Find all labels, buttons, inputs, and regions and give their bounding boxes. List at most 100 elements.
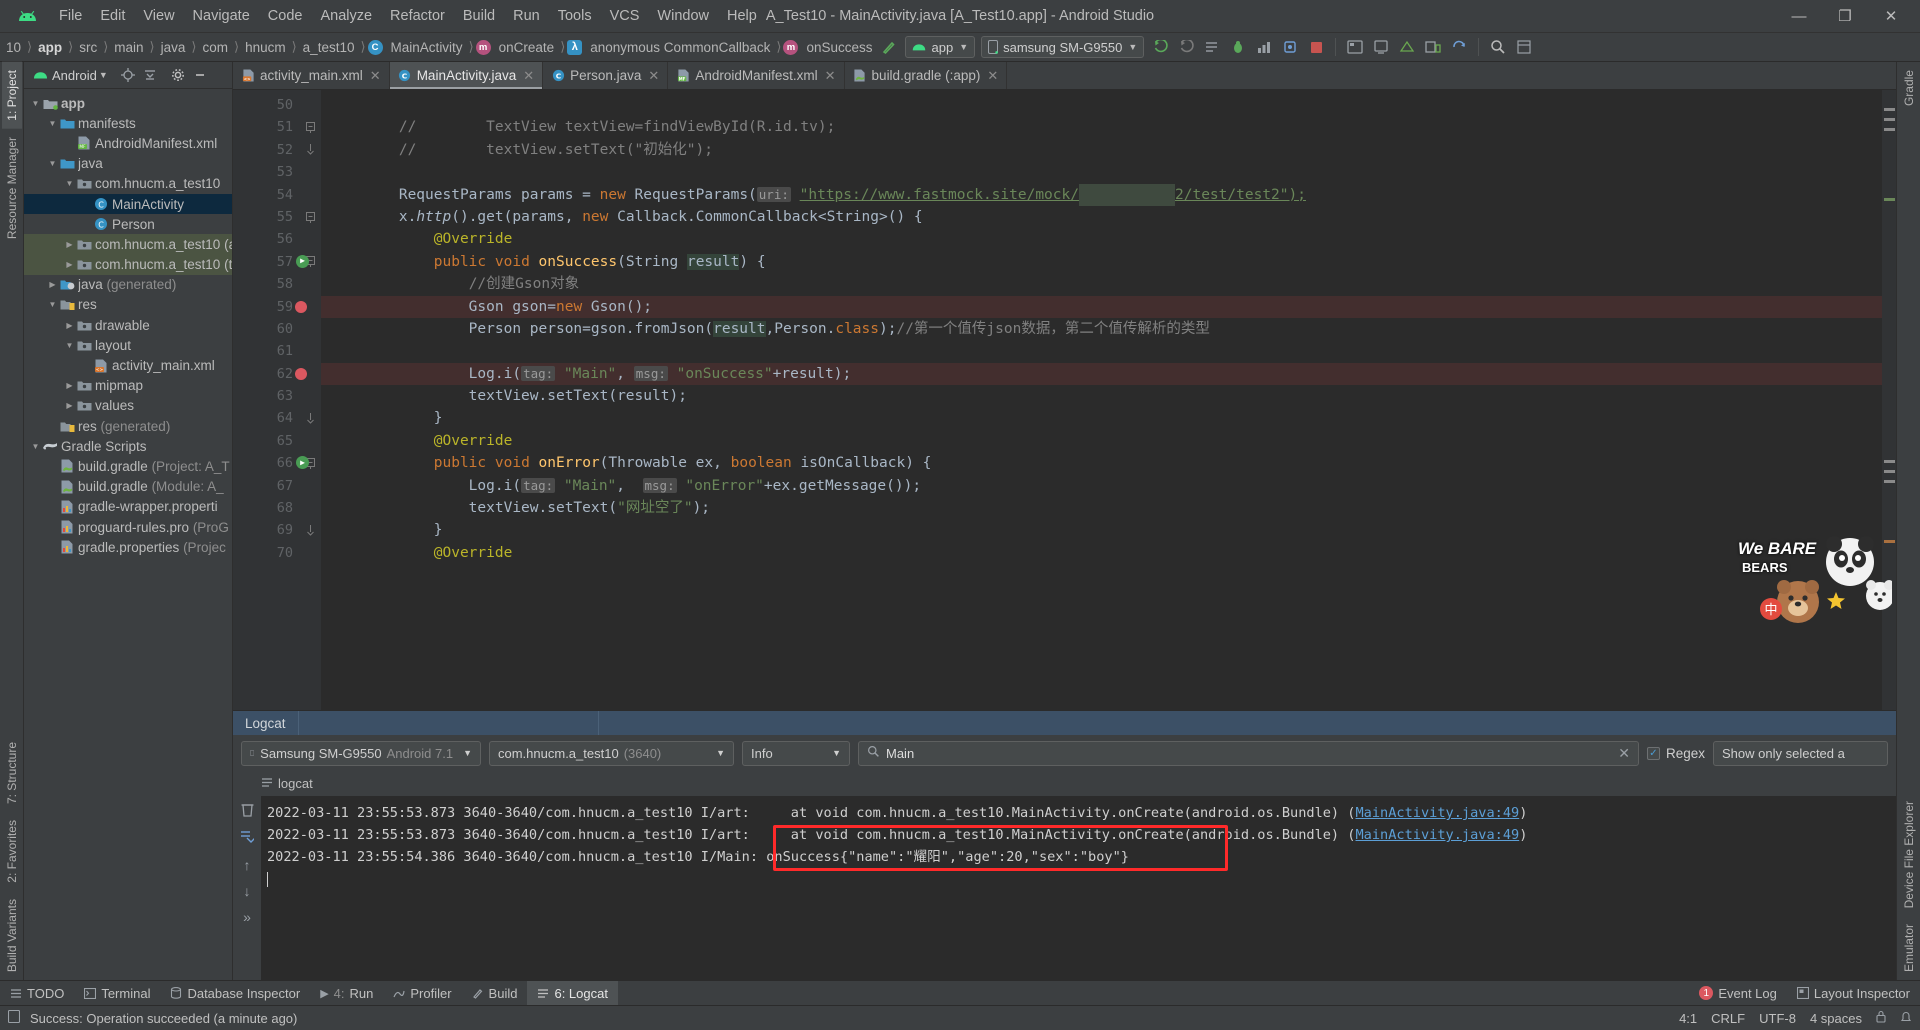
logcat-regex-checkbox[interactable]: ✓ Regex [1646, 746, 1705, 761]
tree-node[interactable]: <> activity_main.xml [24, 355, 232, 375]
code-line[interactable]: textView.setText(result); [321, 385, 1882, 407]
clear-search-icon[interactable]: ✕ [1618, 745, 1630, 762]
breadcrumb-item-src[interactable]: src [75, 39, 101, 56]
tree-node[interactable]: ▼ com.hnucm.a_test10 [24, 174, 232, 194]
close-icon[interactable]: ✕ [825, 68, 836, 84]
menu-file[interactable]: File [50, 5, 91, 27]
tree-node[interactable]: MF AndroidManifest.xml [24, 133, 232, 153]
code-line[interactable] [321, 161, 1882, 183]
device-manager-icon[interactable] [1421, 36, 1445, 59]
tool-window-database-inspector[interactable]: Database Inspector [160, 981, 310, 1006]
close-icon[interactable]: ✕ [648, 68, 659, 84]
line-number[interactable]: 66 ▶ [233, 452, 309, 474]
sidebar-tab-emulator[interactable]: Emulator [1899, 916, 1919, 980]
menu-build[interactable]: Build [454, 5, 504, 27]
code-line[interactable]: } [321, 407, 1882, 429]
close-icon[interactable]: ✕ [523, 68, 534, 84]
tool-window-todo[interactable]: TODO [0, 981, 74, 1006]
logcat-search-input[interactable]: Main ✕ [858, 740, 1639, 766]
chevron-right-icon[interactable]: ▶ [64, 321, 75, 330]
line-number[interactable]: 54 [233, 184, 299, 206]
chevron-right-icon[interactable]: ▶ [64, 240, 75, 249]
menu-vcs[interactable]: VCS [601, 5, 649, 27]
device-selector[interactable]: samsung SM-G9550 ▼ [981, 36, 1145, 58]
code-line[interactable]: Person person=gson.fromJson(result,Perso… [321, 318, 1882, 340]
menu-view[interactable]: View [134, 5, 183, 27]
line-number[interactable]: 58 [233, 273, 299, 295]
editor-gutter[interactable]: 50 51 52 53 54 55 56 57 ▶ 58 59 60 61 62 63 64 65 66 ▶ 67 68… [233, 90, 309, 710]
breadcrumb-item-project[interactable]: 10 [2, 39, 25, 56]
fold-marker[interactable] [299, 206, 321, 228]
scroll-down-icon[interactable]: ↓ [244, 883, 251, 899]
code-line[interactable]: Gson gson=new Gson(); [321, 295, 1882, 318]
logcat-process-selector[interactable]: com.hnucm.a_test10 (3640) ▼ [489, 740, 734, 766]
sidebar-tab-project[interactable]: 1: Project [1, 62, 22, 129]
logcat-line[interactable]: 2022-03-11 23:55:54.386 3640-3640/com.hn… [267, 846, 1896, 868]
code-line[interactable]: } [321, 519, 1882, 541]
tree-node[interactable]: C Person [24, 214, 232, 234]
tree-node[interactable]: gradle-wrapper.properti [24, 497, 232, 517]
editor-tab[interactable]: MF AndroidManifest.xml ✕ [668, 62, 845, 89]
chevron-down-icon[interactable]: ▼ [30, 99, 41, 108]
fold-marker[interactable] [299, 139, 321, 161]
code-editor[interactable]: 50 51 52 53 54 55 56 57 ▶ 58 59 60 61 62 63 64 65 66 ▶ 67 68… [233, 90, 1896, 710]
file-encoding[interactable]: UTF-8 [1759, 1011, 1796, 1026]
line-number[interactable]: 55 [233, 206, 299, 228]
settings-gear-icon[interactable] [168, 65, 188, 85]
stop-icon[interactable] [1304, 36, 1328, 59]
code-folding-column[interactable] [299, 90, 321, 710]
close-icon[interactable]: ✕ [987, 68, 998, 84]
breakpoint-icon[interactable] [295, 367, 307, 380]
chevron-right-icon[interactable]: ▶ [64, 401, 75, 410]
event-log-bell-icon[interactable] [1900, 1010, 1912, 1026]
code-line[interactable] [321, 340, 1882, 362]
scroll-to-end-icon[interactable] [240, 830, 256, 847]
line-number[interactable]: 50 [233, 94, 299, 116]
collapse-all-icon[interactable] [140, 65, 160, 85]
code-line[interactable]: @Override [321, 430, 1882, 452]
tree-node[interactable]: ▼ Gradle Scripts [24, 436, 232, 456]
line-number[interactable]: 70 [233, 542, 299, 564]
editor-tab[interactable]: build.gradle (:app) ✕ [845, 62, 1008, 89]
line-number[interactable]: 57 ▶ [233, 251, 309, 273]
project-tree[interactable]: ▼ app ▼ manifests MF AndroidManifest.xml ▼ java… [24, 89, 232, 980]
tool-window-terminal[interactable]: Terminal [74, 981, 160, 1006]
tree-node[interactable]: ▶ values [24, 396, 232, 416]
code-line[interactable]: x.http().get(params, new Callback.Common… [321, 206, 1882, 228]
breadcrumb-item-a-test10[interactable]: a_test10 [299, 39, 359, 56]
tree-node[interactable]: ▶ java (generated) [24, 275, 232, 295]
menu-code[interactable]: Code [259, 5, 312, 27]
breadcrumb-item-oncreate[interactable]: m onCreate [475, 39, 559, 56]
close-icon[interactable]: ✕ [370, 68, 381, 84]
caret-position[interactable]: 4:1 [1679, 1011, 1697, 1026]
code-content[interactable]: // TextView textView=findViewById(R.id.t… [321, 90, 1882, 710]
tree-node[interactable]: build.gradle (Project: A_T [24, 456, 232, 476]
code-line[interactable]: public void onError(Throwable ex, boolea… [321, 452, 1882, 474]
fold-marker[interactable] [299, 116, 321, 138]
code-line[interactable]: //创建Gson对象 [321, 273, 1882, 295]
tree-node[interactable]: C MainActivity [24, 193, 232, 215]
line-number[interactable]: 51 [233, 116, 299, 138]
menu-run[interactable]: Run [504, 5, 549, 27]
code-line[interactable]: // TextView textView=findViewById(R.id.t… [321, 116, 1882, 138]
source-link[interactable]: MainActivity.java:49 [1356, 827, 1520, 843]
code-line[interactable]: RequestParams params = new RequestParams… [321, 183, 1882, 206]
tree-node[interactable]: ▼ app [24, 93, 232, 113]
chevron-right-icon[interactable]: ▶ [64, 381, 75, 390]
chevron-down-icon[interactable]: ▼ [64, 341, 75, 350]
source-link[interactable]: MainActivity.java:49 [1356, 805, 1520, 821]
tree-node[interactable]: ▼ java [24, 154, 232, 174]
tool-window-profiler[interactable]: Profiler [383, 981, 461, 1006]
chevron-right-icon[interactable]: ▶ [64, 260, 75, 269]
chevron-down-icon[interactable]: ▼ [47, 300, 58, 309]
sidebar-tab-resource-manager[interactable]: Resource Manager [2, 129, 22, 247]
chevron-down-icon[interactable]: ▼ [64, 179, 75, 188]
scroll-up-icon[interactable]: ↑ [244, 857, 251, 873]
code-line[interactable]: Log.i(tag: "Main", msg: "onSuccess"+resu… [321, 362, 1882, 386]
tree-node[interactable]: ▶ com.hnucm.a_test10 (androidTest) [24, 234, 232, 255]
menu-tools[interactable]: Tools [549, 5, 601, 27]
line-number[interactable]: 68 [233, 497, 299, 519]
structure-panel-icon[interactable] [1512, 36, 1536, 59]
line-number[interactable]: 59 [233, 296, 307, 318]
breadcrumb-item-anonymous-callback[interactable]: λ anonymous CommonCallback [567, 39, 774, 56]
